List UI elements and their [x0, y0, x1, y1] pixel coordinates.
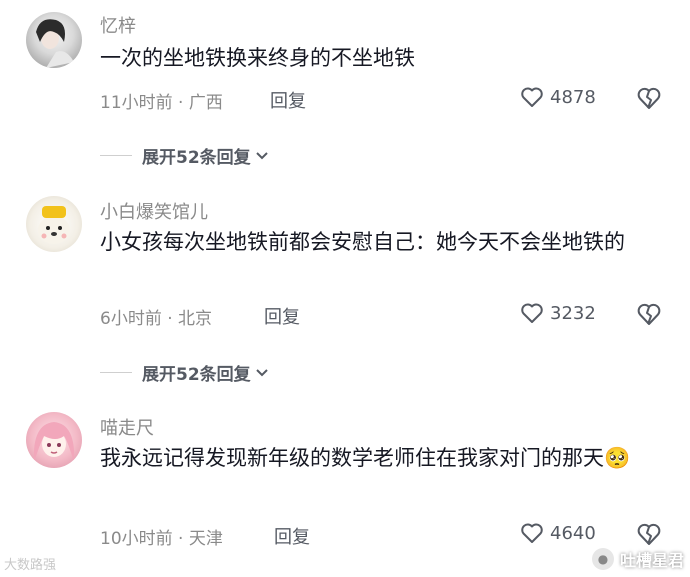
avatar[interactable] [26, 12, 82, 68]
watermark-right-label: 吐槽星君 [619, 551, 684, 570]
chevron-down-icon [255, 368, 268, 376]
expand-replies-label: 展开52条回复 [142, 148, 251, 168]
reply-button[interactable]: 回复 [274, 523, 310, 549]
comment-meta: 10小时前 · 天津 [100, 529, 223, 549]
divider-line [100, 372, 132, 373]
like-button[interactable]: 4640 [520, 522, 596, 544]
watermark-right: ● 吐槽星君 [591, 547, 684, 571]
expand-replies-button[interactable]: 展开52条回复 [100, 143, 269, 168]
username[interactable]: 忆梓 [100, 12, 136, 38]
wechat-logo-icon: ● [591, 548, 614, 570]
avatar[interactable] [26, 412, 82, 468]
heart-icon [521, 523, 543, 543]
comment-text: 一次的坐地铁换来终身的不坐地铁 [100, 46, 415, 70]
username[interactable]: 小白爆笑馆儿 [100, 198, 208, 224]
broken-heart-icon[interactable] [636, 302, 662, 326]
avatar-image [36, 19, 74, 68]
avatar-image [33, 422, 75, 462]
like-button[interactable]: 3232 [520, 302, 596, 324]
broken-heart-icon[interactable] [636, 86, 662, 110]
reply-button[interactable]: 回复 [264, 303, 300, 329]
expand-replies-label: 展开52条回复 [142, 365, 251, 385]
heart-icon [521, 87, 543, 107]
comment-meta: 11小时前 · 广西 [100, 93, 223, 113]
divider-line [100, 155, 132, 156]
like-count: 3232 [550, 302, 596, 324]
reply-button[interactable]: 回复 [270, 87, 306, 113]
username[interactable]: 喵走尺 [100, 414, 154, 440]
like-count: 4640 [550, 522, 596, 544]
heart-icon [521, 303, 543, 323]
like-count: 4878 [550, 86, 596, 108]
like-button[interactable]: 4878 [520, 86, 596, 108]
avatar[interactable] [26, 196, 82, 252]
comment-text: 我永远记得发现新年级的数学老师住在我家对门的那天🥺 [100, 446, 631, 470]
broken-heart-icon[interactable] [636, 522, 662, 546]
watermark-left: 大数路强 [4, 558, 57, 573]
chevron-down-icon [255, 151, 268, 159]
expand-replies-button[interactable]: 展开52条回复 [100, 360, 269, 385]
comment-text: 小女孩每次坐地铁前都会安慰自己：她今天不会坐地铁的 [100, 230, 625, 254]
comment-meta: 6小时前 · 北京 [100, 309, 213, 329]
avatar-image [38, 206, 70, 244]
